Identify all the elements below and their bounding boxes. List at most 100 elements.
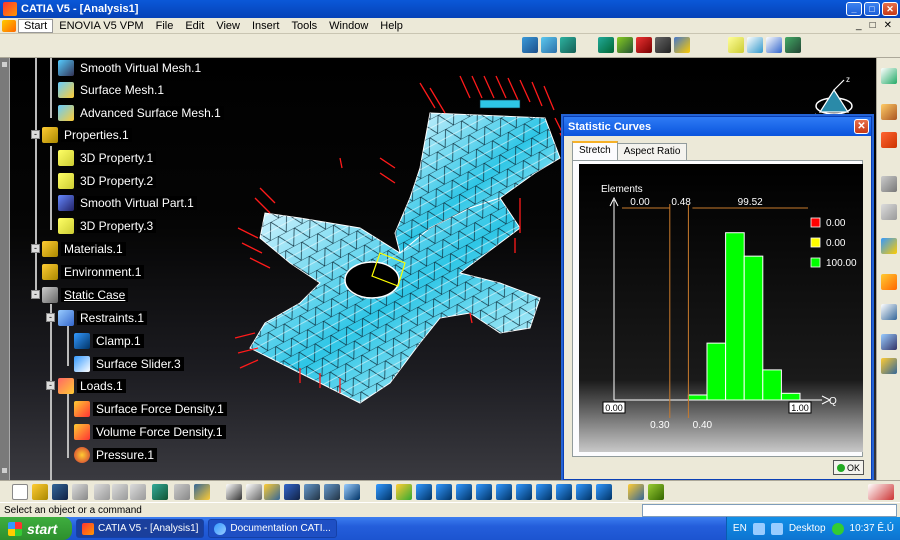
tree-scroll-rail[interactable]	[0, 58, 10, 480]
language-indicator[interactable]: EN	[733, 523, 747, 534]
new-file-icon[interactable]	[12, 484, 28, 500]
whats-this-icon[interactable]	[194, 484, 210, 500]
collapse-toggle-materials[interactable]: -	[31, 244, 40, 253]
tab-stretch[interactable]: Stretch	[572, 141, 618, 160]
tree-node-3d-property-3[interactable]: 3D Property.3	[58, 216, 157, 236]
tree-node-restraints[interactable]: Restraints.1	[58, 308, 148, 328]
collapse-toggle-properties[interactable]: -	[31, 130, 40, 139]
menu-start[interactable]: Start	[18, 18, 54, 33]
doc-restore-button[interactable]: □	[870, 20, 876, 31]
tree-node-volume-force-density[interactable]: Volume Force Density.1	[74, 422, 226, 442]
command-input[interactable]	[642, 503, 897, 517]
mesh-spec-icon[interactable]	[881, 68, 897, 84]
tree-node-loads[interactable]: Loads.1	[58, 376, 126, 396]
copy-icon[interactable]	[112, 484, 128, 500]
formula-icon[interactable]	[226, 484, 242, 500]
collapse-toggle-loads[interactable]: -	[46, 381, 55, 390]
ok-button[interactable]: OK	[833, 460, 864, 475]
menu-insert[interactable]: Insert	[246, 20, 286, 32]
volume-icon[interactable]	[770, 522, 783, 535]
undo-icon[interactable]	[152, 484, 168, 500]
normal-view-icon[interactable]	[496, 484, 512, 500]
grid-tool-icon[interactable]	[785, 37, 801, 53]
mesh-part-icon[interactable]	[522, 37, 538, 53]
iso-view-icon[interactable]	[536, 484, 552, 500]
tree-node-3d-property-1[interactable]: 3D Property.1	[58, 148, 157, 168]
tab-aspect-ratio[interactable]: Aspect Ratio	[616, 143, 688, 160]
shading-icon[interactable]	[556, 484, 572, 500]
menu-help[interactable]: Help	[374, 20, 409, 32]
save-icon[interactable]	[52, 484, 68, 500]
table-icon[interactable]	[284, 484, 300, 500]
zoom-in-icon[interactable]	[456, 484, 472, 500]
menu-tools[interactable]: Tools	[285, 20, 323, 32]
tree-node-materials[interactable]: Materials.1	[42, 239, 126, 259]
connection-icon[interactable]	[881, 358, 897, 374]
swap-space-icon[interactable]	[596, 484, 612, 500]
fit-all-icon[interactable]	[396, 484, 412, 500]
collapse-toggle-static-case[interactable]: -	[31, 290, 40, 299]
tree-node-environment[interactable]: Environment.1	[42, 262, 145, 282]
sensor-icon[interactable]	[881, 334, 897, 350]
tree-node-3d-property-2[interactable]: 3D Property.2	[58, 171, 157, 191]
analysis-view-icon[interactable]	[628, 484, 644, 500]
maximize-button[interactable]: □	[864, 2, 880, 16]
report-icon[interactable]	[881, 304, 897, 320]
document-icon[interactable]	[2, 19, 16, 32]
tree-node-smooth-virtual-mesh[interactable]: Smooth Virtual Mesh.1	[58, 58, 205, 78]
tree-node-smooth-virtual-part[interactable]: Smooth Virtual Part.1	[58, 193, 197, 213]
open-file-icon[interactable]	[32, 484, 48, 500]
doc-minimize-button[interactable]: _	[856, 20, 862, 31]
tree-node-surface-mesh[interactable]: Surface Mesh.1	[58, 80, 168, 100]
settings-gear-icon[interactable]	[648, 484, 664, 500]
knowledge-icon[interactable]	[264, 484, 280, 500]
cube-display-icon[interactable]	[674, 37, 690, 53]
pan-icon[interactable]	[416, 484, 432, 500]
cut-icon[interactable]	[94, 484, 110, 500]
tree-node-pressure[interactable]: Pressure.1	[74, 445, 158, 465]
element-check-icon[interactable]	[655, 37, 671, 53]
desktop-toolbar-label[interactable]: Desktop	[789, 523, 826, 534]
fly-mode-icon[interactable]	[376, 484, 392, 500]
title-bar[interactable]: CATIA V5 - [Analysis1] _ □ ✕	[0, 0, 900, 18]
security-icon[interactable]	[831, 522, 844, 535]
rotate-icon[interactable]	[436, 484, 452, 500]
multi-view-icon[interactable]	[516, 484, 532, 500]
octree-mesh-icon[interactable]	[541, 37, 557, 53]
tree-node-advanced-surface-mesh[interactable]: Advanced Surface Mesh.1	[58, 103, 224, 123]
compute-icon[interactable]	[881, 104, 897, 120]
comment-icon[interactable]	[246, 484, 262, 500]
start-button[interactable]: start	[0, 517, 72, 540]
close-button[interactable]: ✕	[882, 2, 898, 16]
tree-node-surface-slider[interactable]: Surface Slider.3	[74, 354, 184, 374]
specs-icon[interactable]	[344, 484, 360, 500]
menu-enovia[interactable]: ENOVIA V5 VPM	[53, 20, 149, 32]
network-icon[interactable]	[752, 522, 765, 535]
tree-reorder-icon[interactable]	[324, 484, 340, 500]
menu-edit[interactable]: Edit	[179, 20, 210, 32]
menu-file[interactable]: File	[150, 20, 180, 32]
taskbar-item-catia[interactable]: CATIA V5 - [Analysis1]	[76, 519, 205, 538]
line-tool-icon[interactable]	[747, 37, 763, 53]
zoom-out-icon[interactable]	[476, 484, 492, 500]
tree-node-properties[interactable]: Properties.1	[42, 125, 132, 145]
taskbar-item-documentation[interactable]: Documentation CATI...	[208, 519, 337, 538]
menu-window[interactable]: Window	[323, 20, 374, 32]
connectivity-icon[interactable]	[617, 37, 633, 53]
redo-icon[interactable]	[174, 484, 190, 500]
doc-close-button[interactable]: ✕	[884, 20, 892, 31]
tree-expand-icon[interactable]	[304, 484, 320, 500]
analysis-tool-icon[interactable]	[881, 176, 897, 192]
minimize-button[interactable]: _	[846, 2, 862, 16]
paste-icon[interactable]	[130, 484, 146, 500]
results-icon[interactable]	[881, 132, 897, 148]
dialog-close-button[interactable]: ✕	[854, 119, 869, 134]
free-edges-icon[interactable]	[636, 37, 652, 53]
export-icon[interactable]	[881, 238, 897, 254]
quality-analysis-icon[interactable]	[598, 37, 614, 53]
collapse-toggle-restraints[interactable]: -	[46, 313, 55, 322]
tree-node-surface-force-density[interactable]: Surface Force Density.1	[74, 399, 227, 419]
curve-tool-icon[interactable]	[766, 37, 782, 53]
tree-node-static-case[interactable]: Static Case	[42, 285, 129, 305]
measure-icon[interactable]	[881, 204, 897, 220]
